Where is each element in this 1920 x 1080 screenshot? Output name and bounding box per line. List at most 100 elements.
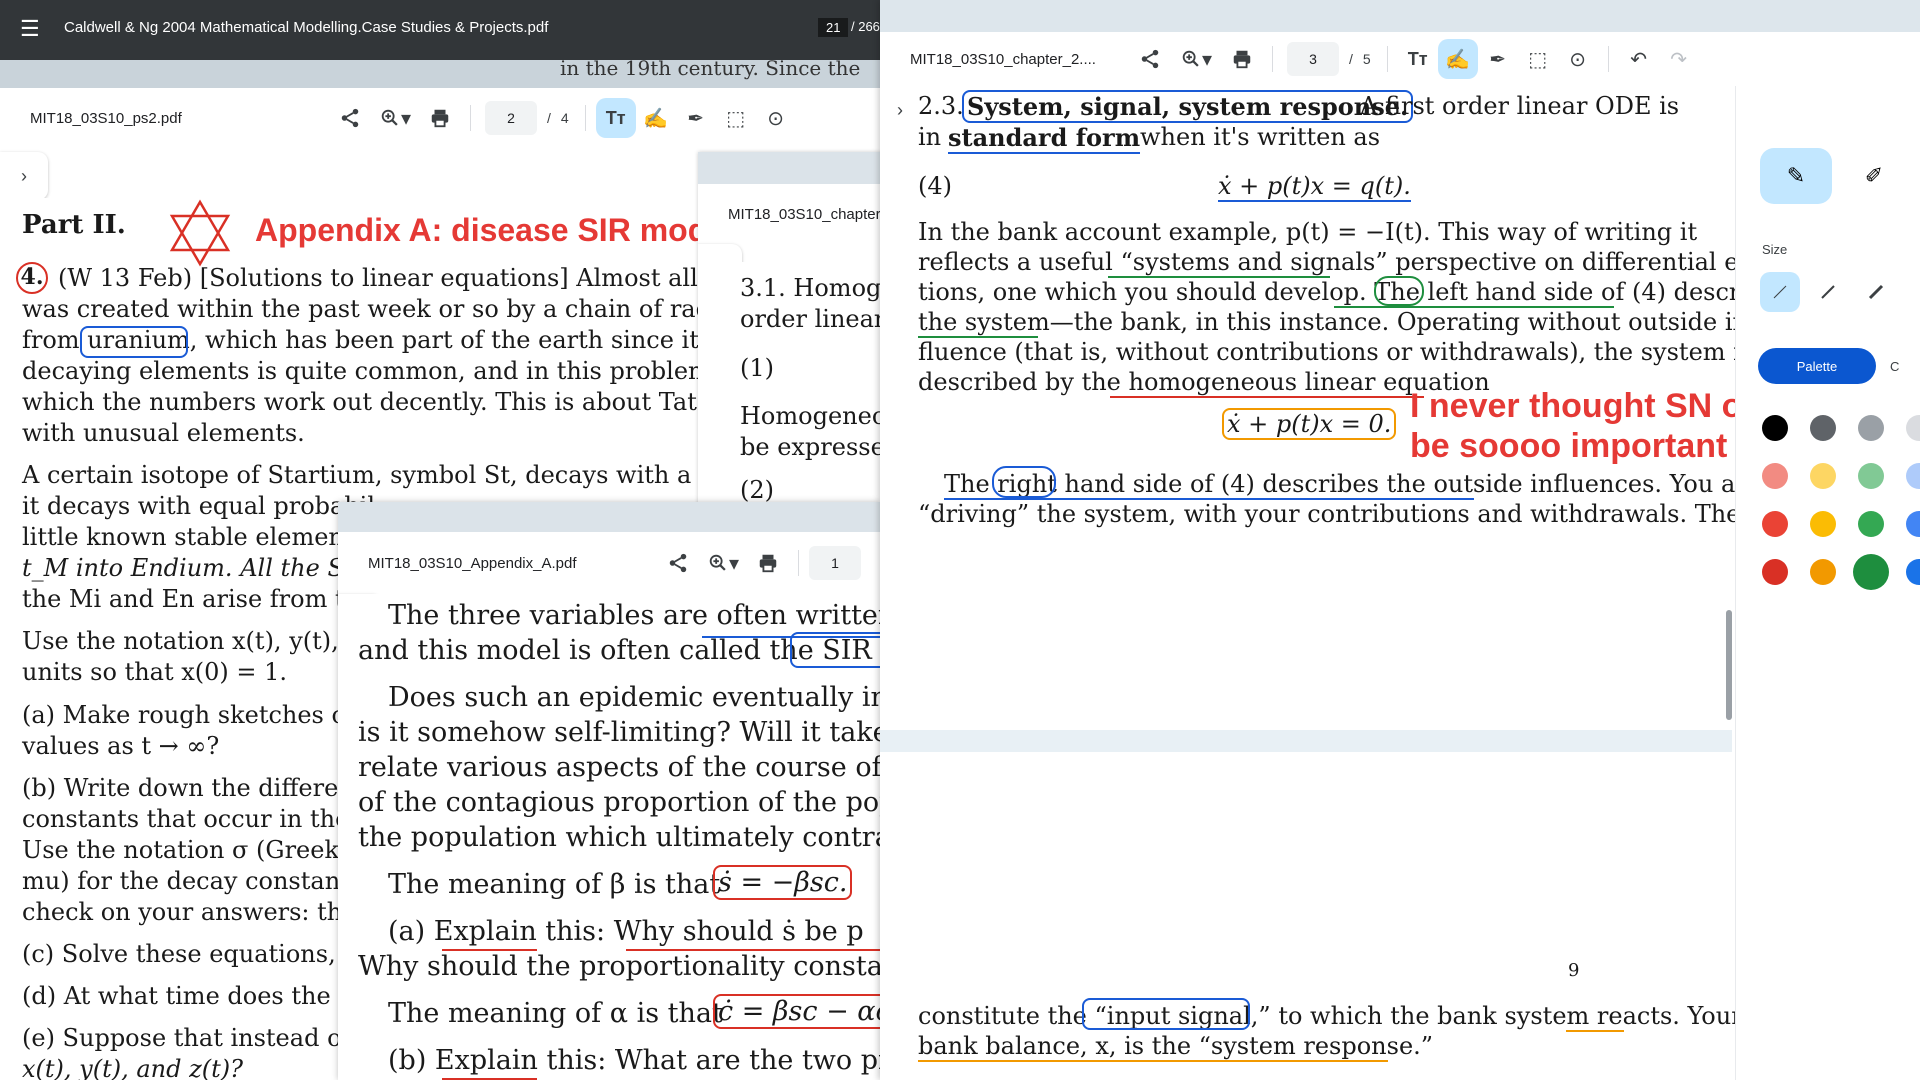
text-line: with unusual elements. <box>22 419 305 447</box>
color-swatch[interactable] <box>1762 511 1788 537</box>
color-swatch[interactable] <box>1858 415 1884 441</box>
window-appendix-a: MIT18_03S10_Appendix_A.pdf ▾ 1 › The thr… <box>338 502 880 1080</box>
color-swatch[interactable] <box>1853 554 1889 590</box>
text-line: little known stable element E <box>22 523 379 551</box>
share-icon[interactable] <box>330 98 370 138</box>
page-total: 5 <box>1362 51 1371 67</box>
text-line: in <box>918 123 942 151</box>
text-line: 3.1. Homog <box>740 274 882 302</box>
undo-icon[interactable]: ↶ <box>1619 39 1659 79</box>
color-swatch[interactable] <box>1906 463 1920 489</box>
text-line: (b) Explain this: What are the two pro <box>388 1045 880 1076</box>
select-area-icon[interactable]: ⬚ <box>1518 39 1558 79</box>
text-line: (b) Write down the different <box>22 774 364 802</box>
color-swatch[interactable] <box>1762 415 1788 441</box>
section-number: 2.3. <box>918 92 964 120</box>
text-line: A certain isotope of Startium, symbol St… <box>22 461 737 489</box>
page-total: / 266 <box>851 19 880 34</box>
print-icon[interactable] <box>1222 39 1262 79</box>
color-swatch[interactable] <box>1810 559 1836 585</box>
screenshot-icon[interactable]: ⊙ <box>756 98 796 138</box>
chevron-right-icon[interactable]: › <box>880 88 920 132</box>
file-name: MIT18_03S10_Appendix_A.pdf <box>368 554 577 572</box>
page-number-input[interactable]: 2 <box>485 101 537 135</box>
chevron-right-icon[interactable]: › <box>0 152 48 200</box>
vertical-scrollbar[interactable] <box>1726 610 1732 720</box>
zoom-icon[interactable]: ▾ <box>370 98 420 138</box>
item-number: 4. <box>16 262 48 294</box>
page-number-input[interactable]: 21 <box>818 18 849 37</box>
text-line: In the bank account example, p(t) = −I(t… <box>918 218 1698 246</box>
color-swatch[interactable] <box>1810 511 1836 537</box>
handwritten-annotation: I never thought SN o be soooo important … <box>1410 387 1748 465</box>
text-line: x(t), y(t), and z(t)? <box>22 1055 243 1080</box>
beta-equation: ṡ = −βsc. <box>713 865 853 900</box>
print-icon[interactable] <box>420 98 460 138</box>
text-line: be expressed <box>740 433 901 461</box>
right-highlight <box>992 466 1056 498</box>
size-medium-icon[interactable] <box>1808 272 1848 312</box>
appendix-page: The three variables are often written an… <box>338 594 880 1080</box>
palette-tab[interactable]: Palette <box>1758 348 1876 384</box>
pen-tool-icon[interactable]: ✍ <box>636 98 676 138</box>
caldwell-text-peek: in the 19th century. Since the <box>560 56 861 80</box>
text-line: check on your answers: the s <box>22 898 377 926</box>
text-line: Use the notation x(t), y(t), <box>22 627 339 655</box>
ps2-toolbar: MIT18_03S10_ps2.pdf ▾ 2 / 4 Tт ✍ ✒ ⬚ ⊙ <box>0 88 880 148</box>
color-swatch[interactable] <box>1906 559 1920 585</box>
color-swatch[interactable] <box>1858 511 1884 537</box>
alpha-equation: ċ = βsc − αc <box>713 994 880 1029</box>
equation-number: (4) <box>918 172 952 200</box>
zoom-icon[interactable]: ▾ <box>698 543 748 583</box>
screenshot-icon[interactable]: ⊙ <box>1558 39 1598 79</box>
text-line: of the contagious proportion of the popu <box>358 787 880 818</box>
menu-icon[interactable]: ☰ <box>20 16 40 42</box>
text-line: (e) Suppose that instead of <box>22 1024 351 1052</box>
redo-icon[interactable]: ↷ <box>1659 39 1699 79</box>
text-line: (a) Make rough sketches of <box>22 701 355 729</box>
color-swatch[interactable] <box>1762 463 1788 489</box>
text-line: values as t → ∞? <box>22 732 220 760</box>
share-icon[interactable] <box>658 543 698 583</box>
text-line: (c) Solve these equations, su <box>22 940 372 968</box>
color-swatch[interactable] <box>1906 511 1920 537</box>
text-tool-icon[interactable]: Tт <box>1398 39 1438 79</box>
part-heading: Part II. <box>22 210 126 240</box>
custom-tab[interactable]: C <box>1884 348 1920 384</box>
print-icon[interactable] <box>748 543 788 583</box>
text-tool-icon[interactable]: Tт <box>595 98 636 138</box>
color-swatch[interactable] <box>1906 415 1920 441</box>
zoom-icon[interactable]: ▾ <box>1170 39 1222 79</box>
page-number-input[interactable]: 1 <box>809 546 861 580</box>
window-title: Caldwell & Ng 2004 Mathematical Modellin… <box>64 19 549 36</box>
chapter2-page-next: 9 constitute the “input signal,” to whic… <box>918 752 1743 1080</box>
size-thin-icon[interactable] <box>1760 272 1800 312</box>
window-chapter-2: MIT18_03S10_chapter_2.... ▾ 3 / 5 Tт ✍ ✒… <box>880 0 1920 1080</box>
text-line: The three variables are often written <box>388 600 880 631</box>
text-line: Does such an epidemic eventually inf <box>388 682 880 713</box>
chapter2-toolbar: MIT18_03S10_chapter_2.... ▾ 3 / 5 Tт ✍ ✒… <box>880 32 1920 86</box>
pen-tool-icon[interactable]: ✍ <box>1437 39 1478 79</box>
text-line: was created within the past week or so b… <box>22 295 779 323</box>
equation-4: ẋ + p(t)x = q(t). <box>1218 172 1411 202</box>
share-icon[interactable] <box>1130 39 1170 79</box>
color-swatch[interactable] <box>1810 463 1836 489</box>
text-line: constitute the “input signal,” to which … <box>918 1002 1743 1030</box>
highlighter-icon[interactable]: ✐ <box>1846 148 1902 204</box>
handwritten-annotation: Appendix A: disease SIR model <box>255 212 734 248</box>
pen-icon[interactable]: ✎ <box>1760 148 1832 204</box>
text-line: (2) <box>740 476 774 504</box>
color-swatch[interactable] <box>1810 415 1836 441</box>
color-swatch[interactable] <box>1762 559 1788 585</box>
caldwell-page-strip: in the 19th century. Since the <box>0 56 880 90</box>
page-total: 4 <box>560 110 569 126</box>
page-gap <box>880 730 1732 752</box>
signature-icon[interactable]: ✒ <box>1478 39 1518 79</box>
file-name: MIT18_03S10_chapter_2.... <box>910 50 1096 68</box>
text-line: the system—the bank, in this instance. O… <box>918 308 1757 336</box>
select-area-icon[interactable]: ⬚ <box>716 98 756 138</box>
signature-icon[interactable]: ✒ <box>676 98 716 138</box>
size-thick-icon[interactable] <box>1856 272 1896 312</box>
page-number-input[interactable]: 3 <box>1287 42 1339 76</box>
color-swatch[interactable] <box>1858 463 1884 489</box>
